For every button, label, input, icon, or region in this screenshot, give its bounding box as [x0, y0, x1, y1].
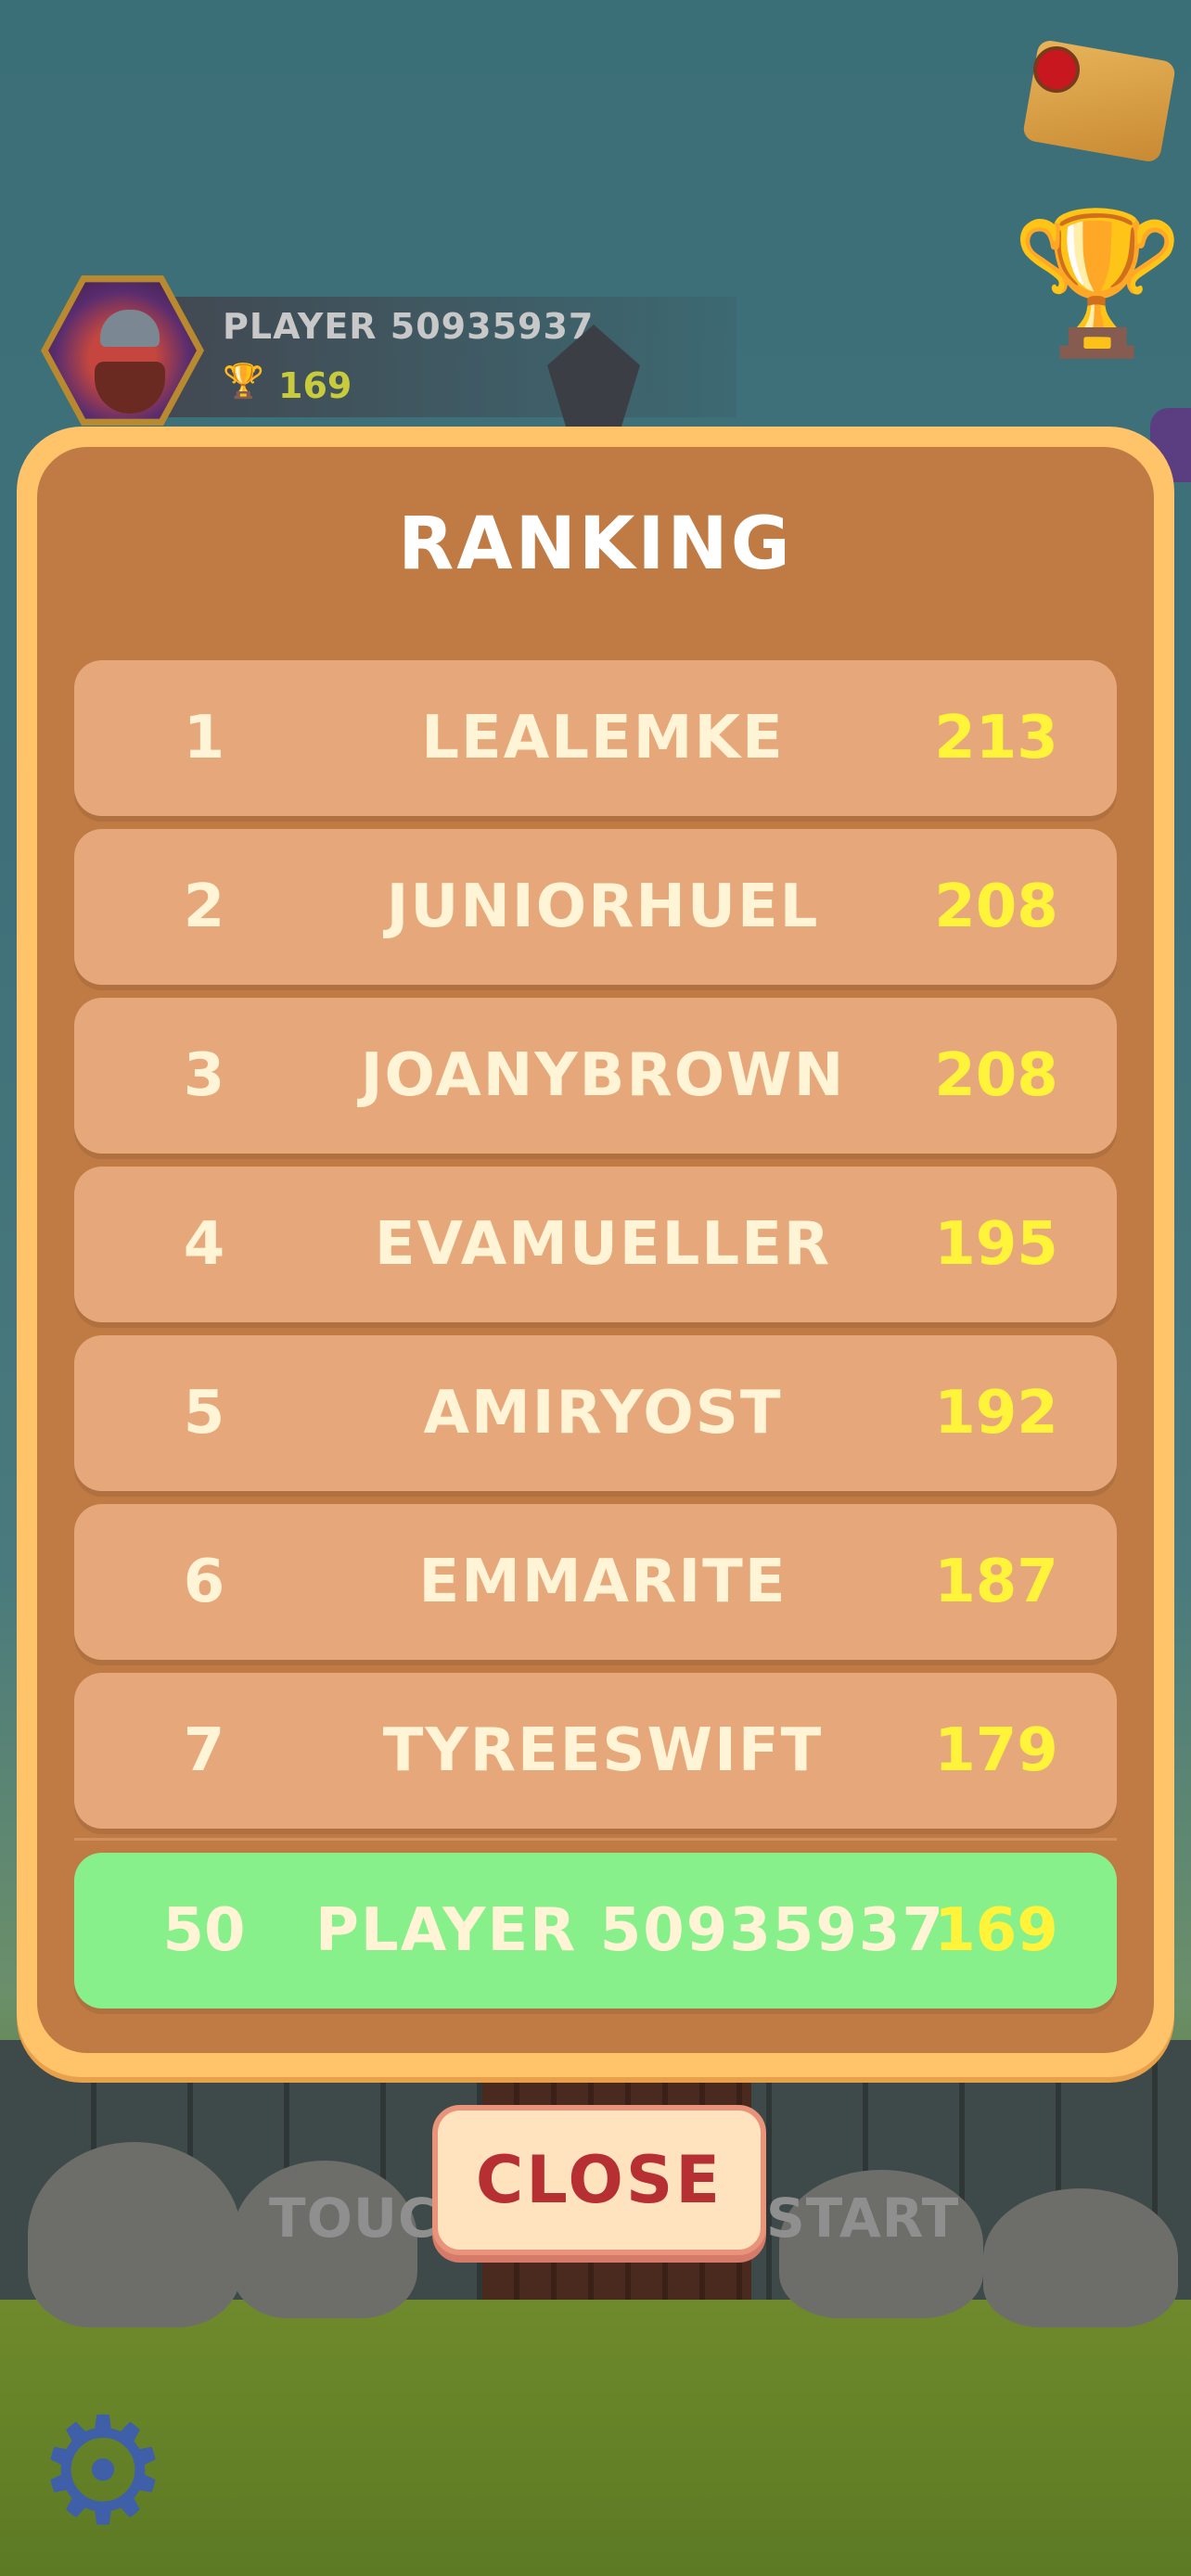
rank-number: 7	[183, 1716, 225, 1785]
ranking-row: 3 JOANYBROWN 208	[74, 998, 1117, 1154]
player-score: 179	[934, 1716, 1058, 1785]
player-name: PLAYER 50935937	[223, 306, 595, 347]
current-player-row: 50 PLAYER 50935937 169	[74, 1853, 1117, 2009]
rank-number: 6	[183, 1548, 225, 1616]
rank-number: 2	[183, 873, 225, 941]
ranking-list: 1 LEALEMKE 213 2 JUNIORHUEL 208 3 JOANYB…	[74, 660, 1117, 1842]
ranking-modal-body: RANKING 1 LEALEMKE 213 2 JUNIORHUEL 208 …	[37, 447, 1154, 2053]
player-name: TYREESWIFT	[382, 1716, 824, 1785]
player-name: JUNIORHUEL	[386, 873, 820, 941]
avatar-beard	[95, 362, 165, 414]
player-trophy-count: 169	[278, 365, 352, 406]
leaderboard-trophy-icon[interactable]: 🏆	[1011, 210, 1185, 358]
avatar-portrait	[48, 282, 197, 419]
player-score: 169	[934, 1896, 1058, 1965]
player-score: 208	[934, 873, 1058, 941]
touch-to-start-text: START	[766, 2187, 960, 2250]
player-name: LEALEMKE	[421, 704, 785, 772]
settings-gear-icon[interactable]: ⚙	[33, 2397, 173, 2545]
rank-number: 3	[183, 1041, 225, 1110]
player-name: PLAYER 50935937	[315, 1896, 945, 1965]
player-score: 192	[934, 1379, 1058, 1447]
rank-number: 1	[183, 704, 225, 772]
notification-dot	[1033, 46, 1080, 93]
grass-ground	[0, 2300, 1191, 2576]
rank-number: 50	[162, 1896, 246, 1965]
close-button-label: CLOSE	[475, 2142, 724, 2218]
ranking-row: 4 EVAMUELLER 195	[74, 1167, 1117, 1322]
ranking-row: 1 LEALEMKE 213	[74, 660, 1117, 816]
ranking-title: RANKING	[398, 503, 793, 586]
player-score: 208	[934, 1041, 1058, 1110]
rank-number: 4	[183, 1210, 225, 1279]
rock	[983, 2188, 1178, 2327]
ranking-modal: RANKING 1 LEALEMKE 213 2 JUNIORHUEL 208 …	[17, 427, 1174, 2077]
ranking-row: 2 JUNIORHUEL 208	[74, 829, 1117, 985]
player-score: 187	[934, 1548, 1058, 1616]
player-name: EVAMUELLER	[374, 1210, 832, 1279]
player-name: JOANYBROWN	[360, 1041, 846, 1110]
trophy-icon: 🏆	[223, 363, 264, 401]
player-name: AMIRYOST	[423, 1379, 783, 1447]
list-divider	[74, 1838, 1117, 1841]
player-name: EMMARITE	[418, 1548, 788, 1616]
player-score: 195	[934, 1210, 1058, 1279]
avatar-helmet	[100, 310, 160, 347]
ranking-row: 7 TYREESWIFT 179	[74, 1673, 1117, 1829]
player-score: 213	[934, 704, 1058, 772]
rock	[28, 2142, 241, 2327]
ranking-row: 5 AMIRYOST 192	[74, 1335, 1117, 1491]
ranking-row: 6 EMMARITE 187	[74, 1504, 1117, 1660]
close-button[interactable]: CLOSE	[432, 2105, 766, 2255]
rank-number: 5	[183, 1379, 225, 1447]
